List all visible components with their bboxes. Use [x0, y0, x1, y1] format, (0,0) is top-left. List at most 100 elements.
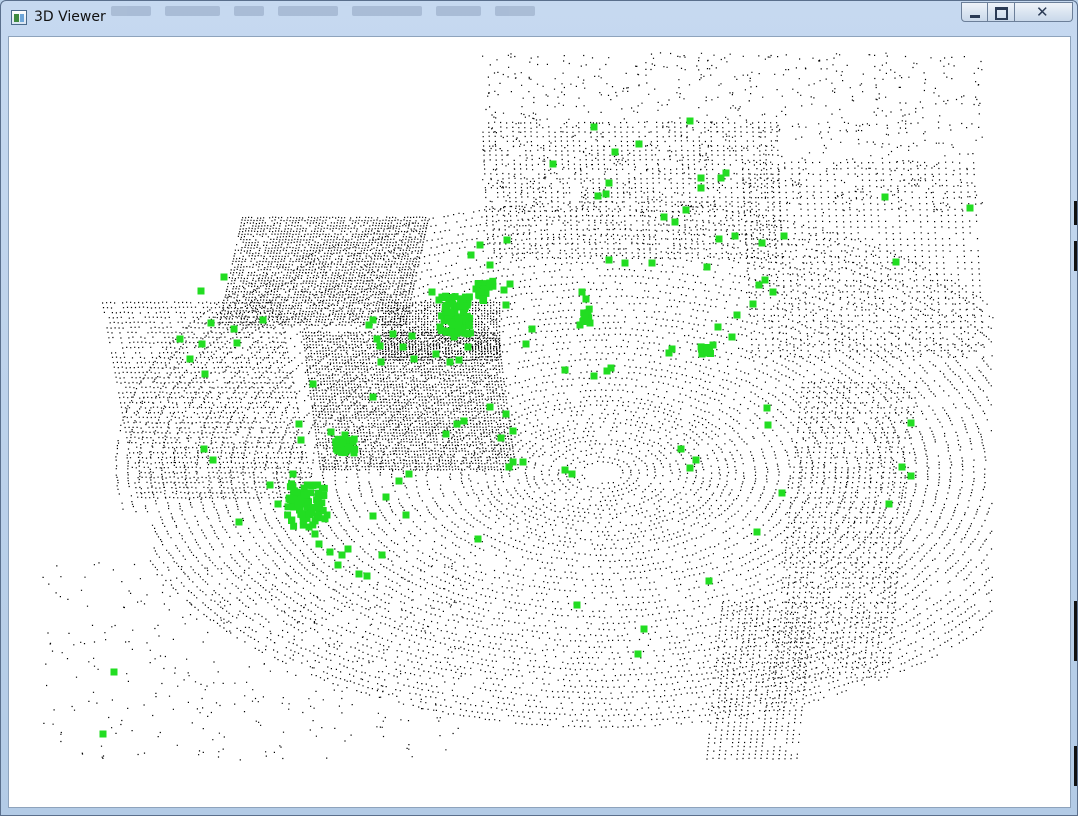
keypoint-marker [467, 251, 475, 259]
keypoint-marker [477, 288, 485, 296]
keypoint-marker [703, 263, 711, 271]
keypoint-marker [373, 335, 381, 343]
keypoint-marker [207, 319, 215, 327]
keypoint-marker [561, 366, 569, 374]
keypoint-marker [405, 470, 413, 478]
keypoint-marker [764, 421, 772, 429]
keypoint-marker [486, 261, 494, 269]
keypoint-marker [590, 372, 598, 380]
keypoint-marker [522, 340, 530, 348]
title-bar[interactable]: 3D Viewer ✕ [1, 1, 1077, 35]
keypoint-marker [355, 570, 363, 578]
keypoint-marker [410, 355, 418, 363]
keypoint-marker [582, 295, 590, 303]
keypoint-marker [755, 281, 763, 289]
minimize-button[interactable] [961, 2, 988, 22]
edge-artifact [1074, 746, 1077, 786]
keypoint-marker [428, 288, 436, 296]
keypoint-marker [474, 535, 482, 543]
keypoint-marker [369, 393, 377, 401]
keypoint-marker [326, 548, 334, 556]
keypoint-marker [186, 355, 194, 363]
window-app-icon[interactable] [11, 10, 27, 25]
keypoint-marker [502, 410, 510, 418]
keypoint-marker [761, 276, 769, 284]
keypoint-marker [334, 561, 342, 569]
keypoint-marker [321, 515, 329, 523]
keypoint-marker [376, 342, 384, 350]
keypoint-marker [479, 296, 487, 304]
keypoint-marker [778, 489, 786, 497]
keypoint-marker [621, 259, 629, 267]
keypoint-marker [502, 301, 510, 309]
keypoint-marker [293, 488, 301, 496]
keypoint-marker [465, 322, 473, 329]
keypoint-marker [235, 518, 243, 526]
keypoint-marker [464, 330, 472, 338]
window-controls: ✕ [961, 2, 1073, 23]
keypoint-marker [408, 332, 416, 340]
keypoint-marker [697, 174, 705, 182]
keypoint-marker [200, 445, 208, 453]
keypoint-marker [460, 417, 468, 425]
edge-artifact [1074, 601, 1077, 661]
keypoint-marker [640, 625, 648, 633]
keypoint-marker [382, 493, 390, 501]
viewer-window: 3D Viewer ✕ [0, 0, 1078, 816]
keypoint-marker [438, 293, 446, 301]
keypoint-marker [907, 472, 915, 480]
keypoint-marker [509, 427, 517, 435]
keypoint-marker [686, 117, 694, 125]
minimize-icon [970, 15, 980, 18]
keypoint-marker [500, 286, 508, 294]
keypoint-marker [898, 463, 906, 471]
keypoint-marker [395, 477, 403, 485]
viewer-client-area[interactable] [8, 36, 1071, 808]
keypoint-marker [442, 327, 450, 335]
keypoint-marker [966, 204, 974, 212]
keypoint-marker [299, 517, 307, 525]
keypoint-marker [315, 540, 323, 548]
keypoint-marker [733, 311, 741, 319]
keypoint-marker [907, 419, 915, 427]
keypoint-marker [677, 445, 685, 453]
close-button[interactable]: ✕ [1015, 2, 1073, 22]
keypoint-marker [455, 318, 463, 325]
keypoint-marker [295, 420, 303, 428]
keypoint-marker [309, 521, 317, 529]
maximize-icon [995, 7, 1008, 20]
keypoint-marker [584, 317, 592, 325]
keypoint-marker [697, 184, 705, 192]
keypoint-marker [881, 193, 889, 201]
keypoint-marker [578, 288, 586, 296]
keypoint-marker [442, 308, 450, 316]
keypoint-marker [313, 496, 321, 504]
keypoint-marker [457, 328, 464, 335]
keypoint-marker [634, 650, 642, 658]
window-title: 3D Viewer [34, 9, 106, 25]
keypoint-marker [714, 323, 722, 331]
maximize-button[interactable] [988, 2, 1015, 22]
keypoint-marker [780, 232, 788, 240]
keypoint-marker [561, 466, 569, 474]
keypoint-marker [763, 404, 771, 412]
keypoint-marker [722, 169, 730, 177]
keypoint-marker [274, 500, 282, 508]
keypoint-marker [197, 287, 205, 295]
keypoint-marker [334, 447, 342, 455]
keypoint-marker [605, 256, 613, 264]
keypoint-marker [464, 343, 472, 351]
keypoint-marker [758, 239, 766, 247]
keypoint-marker [303, 491, 311, 499]
keypoint-marker [110, 668, 118, 676]
keypoint-marker [259, 316, 267, 324]
point-cloud-viewport[interactable] [9, 37, 1070, 807]
keypoint-marker [594, 192, 602, 200]
keypoint-marker [602, 190, 610, 198]
keypoint-marker [704, 344, 711, 351]
edge-artifact [1074, 201, 1077, 225]
keypoint-marker [682, 206, 690, 214]
background-taskbar-ghost [111, 1, 571, 17]
keypoint-marker [455, 356, 463, 364]
keypoint-marker [319, 507, 327, 514]
